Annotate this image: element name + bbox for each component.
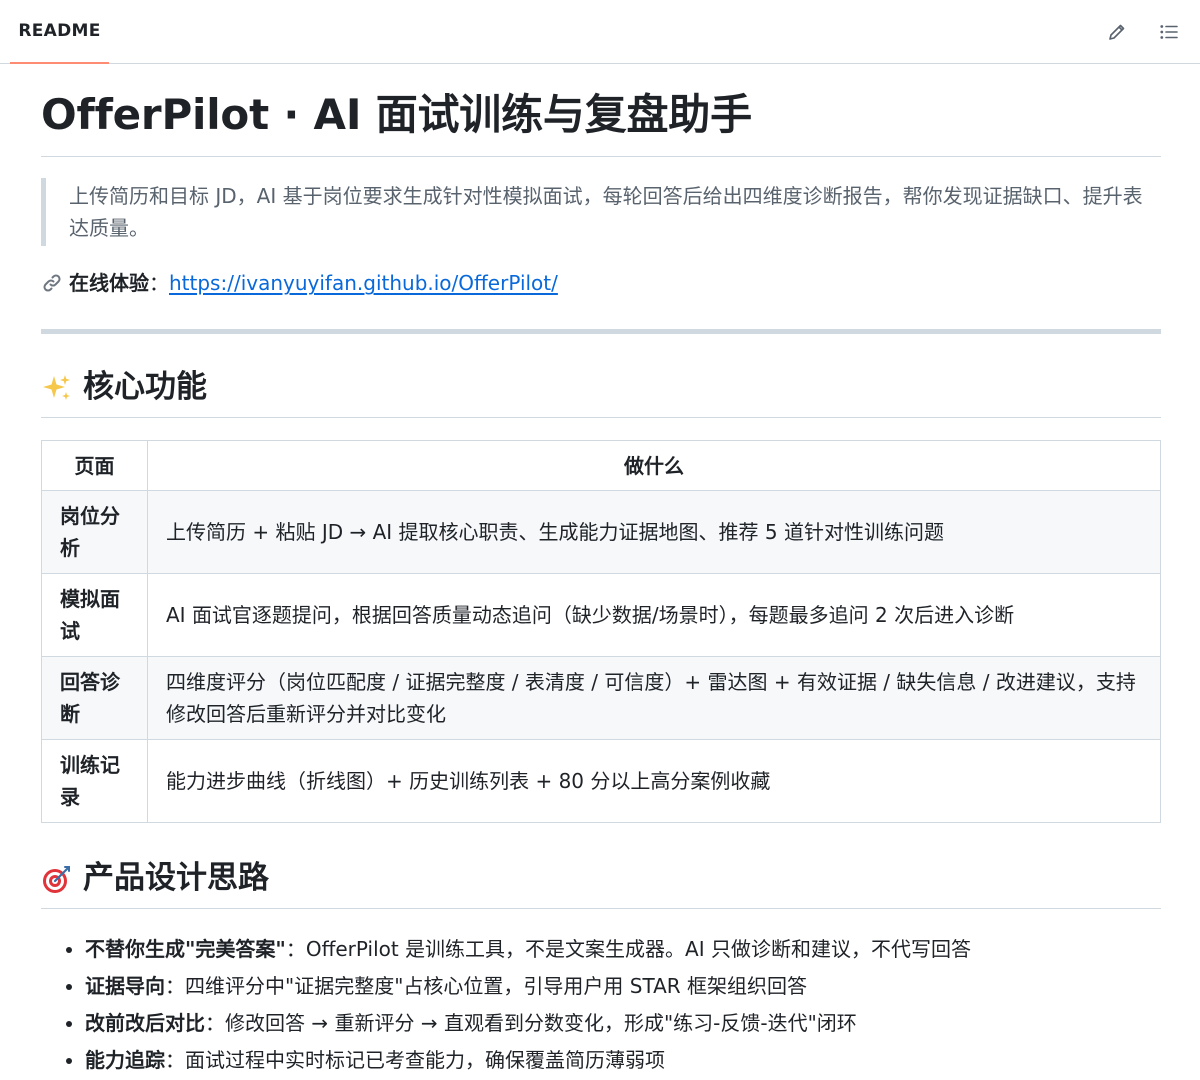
item-sep: ： <box>165 1047 185 1072</box>
row-page: 回答诊断 <box>41 656 148 741</box>
tab-readme[interactable]: README <box>10 0 109 64</box>
item-bold: 证据导向 <box>85 973 165 998</box>
table-row: 岗位分析 上传简历 + 粘贴 JD → AI 提取核心职责、生成能力证据地图、推… <box>41 490 1161 575</box>
row-page: 模拟面试 <box>41 573 148 658</box>
list-item: 证据导向：四维评分中"证据完整度"占核心位置，引导用户用 STAR 框架组织回答 <box>85 968 1161 1005</box>
item-bold: 不替你生成"完美答案" <box>85 936 286 961</box>
list-item: 改前改后对比：修改回答 → 重新评分 → 直观看到分数变化，形成"练习-反馈-迭… <box>85 1005 1161 1042</box>
features-table: 页面 做什么 岗位分析 上传简历 + 粘贴 JD → AI 提取核心职责、生成能… <box>41 440 1161 824</box>
link-icon <box>41 272 65 294</box>
table-row: 训练记录 能力进步曲线（折线图）+ 历史训练列表 + 80 分以上高分案例收藏 <box>41 739 1161 824</box>
page-title: OfferPilot · AI 面试训练与复盘助手 <box>41 64 1161 158</box>
demo-link[interactable]: https://ivanyuyifan.github.io/OfferPilot… <box>169 267 558 299</box>
outline-button[interactable] <box>1156 19 1182 45</box>
row-page: 训练记录 <box>41 739 148 824</box>
table-header-row: 页面 做什么 <box>41 440 1161 492</box>
online-demo: 在线体验： https://ivanyuyifan.github.io/Offe… <box>41 267 1161 299</box>
row-desc: 能力进步曲线（折线图）+ 历史训练列表 + 80 分以上高分案例收藏 <box>147 739 1161 824</box>
design-heading-text: 产品设计思路 <box>83 860 269 897</box>
row-page: 岗位分析 <box>41 490 148 575</box>
principles-list: 不替你生成"完美答案"：OfferPilot 是训练工具，不是文案生成器。AI … <box>41 931 1161 1079</box>
item-bold: 能力追踪 <box>85 1047 165 1072</box>
list-item: 能力追踪：面试过程中实时标记已考查能力，确保覆盖简历薄弱项 <box>85 1042 1161 1079</box>
table-row: 模拟面试 AI 面试官逐题提问，根据回答质量动态追问（缺少数据/场景时），每题最… <box>41 573 1161 658</box>
row-desc: AI 面试官逐题提问，根据回答质量动态追问（缺少数据/场景时），每题最多追问 2… <box>147 573 1161 658</box>
item-text: 四维评分中"证据完整度"占核心位置，引导用户用 STAR 框架组织回答 <box>185 973 808 998</box>
row-desc: 上传简历 + 粘贴 JD → AI 提取核心职责、生成能力证据地图、推荐 5 道… <box>147 490 1161 575</box>
pencil-icon <box>1109 24 1125 40</box>
online-label: 在线体验 <box>69 271 149 296</box>
col-header-page: 页面 <box>41 440 148 492</box>
col-header-desc: 做什么 <box>147 440 1161 492</box>
item-sep: ： <box>205 1010 225 1035</box>
item-text: 面试过程中实时标记已考查能力，确保覆盖简历薄弱项 <box>185 1047 665 1072</box>
row-desc: 四维度评分（岗位匹配度 / 证据完整度 / 表清度 / 可信度）+ 雷达图 + … <box>147 656 1161 741</box>
divider <box>41 329 1161 335</box>
item-text: OfferPilot 是训练工具，不是文案生成器。AI 只做诊断和建议，不代写回… <box>305 936 971 961</box>
target-icon <box>41 863 73 895</box>
list-item: 不替你生成"完美答案"：OfferPilot 是训练工具，不是文案生成器。AI … <box>85 931 1161 968</box>
item-sep: ： <box>285 936 306 961</box>
summary-quote: 上传简历和目标 JD，AI 基于岗位要求生成针对性模拟面试，每轮回答后给出四维度… <box>41 178 1161 247</box>
readme-header: README <box>0 0 1200 64</box>
features-heading-text: 核心功能 <box>83 369 207 406</box>
header-tools <box>1104 19 1190 45</box>
design-heading: 产品设计思路 <box>41 859 1161 909</box>
online-sep: ： <box>149 271 169 296</box>
features-heading: 核心功能 <box>41 368 1161 419</box>
item-sep: ： <box>165 973 185 998</box>
list-icon <box>1160 24 1178 39</box>
table-row: 回答诊断 四维度评分（岗位匹配度 / 证据完整度 / 表清度 / 可信度）+ 雷… <box>41 656 1161 741</box>
edit-button[interactable] <box>1104 19 1130 45</box>
item-bold: 改前改后对比 <box>85 1010 205 1035</box>
item-text: 修改回答 → 重新评分 → 直观看到分数变化，形成"练习-反馈-迭代"闭环 <box>225 1010 857 1035</box>
readme-body: OfferPilot · AI 面试训练与复盘助手 上传简历和目标 JD，AI … <box>0 64 1200 1079</box>
sparkles-icon <box>41 372 73 404</box>
